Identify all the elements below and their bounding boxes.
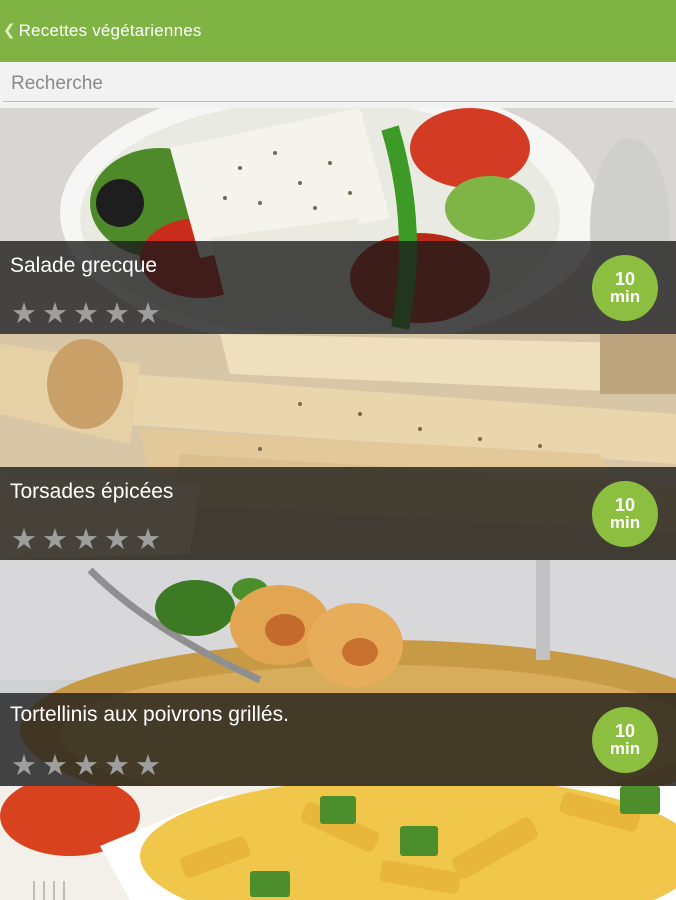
star-icon[interactable]: ★: [134, 300, 162, 329]
star-icon[interactable]: ★: [134, 526, 162, 555]
star-icon[interactable]: ★: [103, 300, 131, 329]
prep-time-value: 10: [614, 269, 636, 289]
back-button[interactable]: ❮ Recettes végétariennes: [0, 0, 202, 62]
recipe-card-penne[interactable]: [0, 786, 676, 900]
prep-time-value: 10: [614, 495, 636, 515]
prep-time-badge: 10 min: [592, 481, 658, 547]
recipe-card-salade-grecque[interactable]: Salade grecque ★ ★ ★ ★ ★ 10 min: [0, 108, 676, 334]
recipe-title: Tortellinis aux poivrons grillés.: [10, 703, 289, 726]
recipe-card-torsades-epicees[interactable]: Torsades épicées ★ ★ ★ ★ ★ 10 min: [0, 334, 676, 560]
recipe-title: Salade grecque: [10, 254, 158, 277]
star-icon[interactable]: ★: [72, 300, 100, 329]
prep-time-value: 10: [614, 721, 636, 741]
star-icon[interactable]: ★: [10, 526, 38, 555]
prep-time-badge: 10 min: [592, 707, 658, 773]
page-title: Recettes végétariennes: [18, 21, 202, 40]
chevron-left-icon: ❮: [3, 21, 16, 39]
star-icon[interactable]: ★: [41, 526, 69, 555]
rating-stars[interactable]: ★ ★ ★ ★ ★: [10, 752, 162, 781]
recipe-title: Torsades épicées: [10, 480, 174, 503]
app-bar: ❮ Recettes végétariennes: [0, 0, 676, 62]
star-icon[interactable]: ★: [134, 752, 162, 781]
star-icon[interactable]: ★: [103, 752, 131, 781]
star-icon[interactable]: ★: [72, 526, 100, 555]
rating-stars[interactable]: ★ ★ ★ ★ ★: [10, 526, 162, 555]
recipe-card-tortellinis[interactable]: Tortellinis aux poivrons grillés. ★ ★ ★ …: [0, 560, 676, 786]
star-icon[interactable]: ★: [10, 300, 38, 329]
star-icon[interactable]: ★: [10, 752, 38, 781]
prep-time-badge: 10 min: [592, 255, 658, 321]
prep-time-unit: min: [609, 287, 641, 306]
search-input[interactable]: [3, 66, 673, 102]
recipe-photo: [0, 786, 676, 900]
prep-time-unit: min: [609, 739, 641, 758]
search-bar: [0, 62, 676, 108]
star-icon[interactable]: ★: [103, 526, 131, 555]
star-icon[interactable]: ★: [41, 752, 69, 781]
rating-stars[interactable]: ★ ★ ★ ★ ★: [10, 300, 162, 329]
star-icon[interactable]: ★: [41, 300, 69, 329]
star-icon[interactable]: ★: [72, 752, 100, 781]
prep-time-unit: min: [609, 513, 641, 532]
